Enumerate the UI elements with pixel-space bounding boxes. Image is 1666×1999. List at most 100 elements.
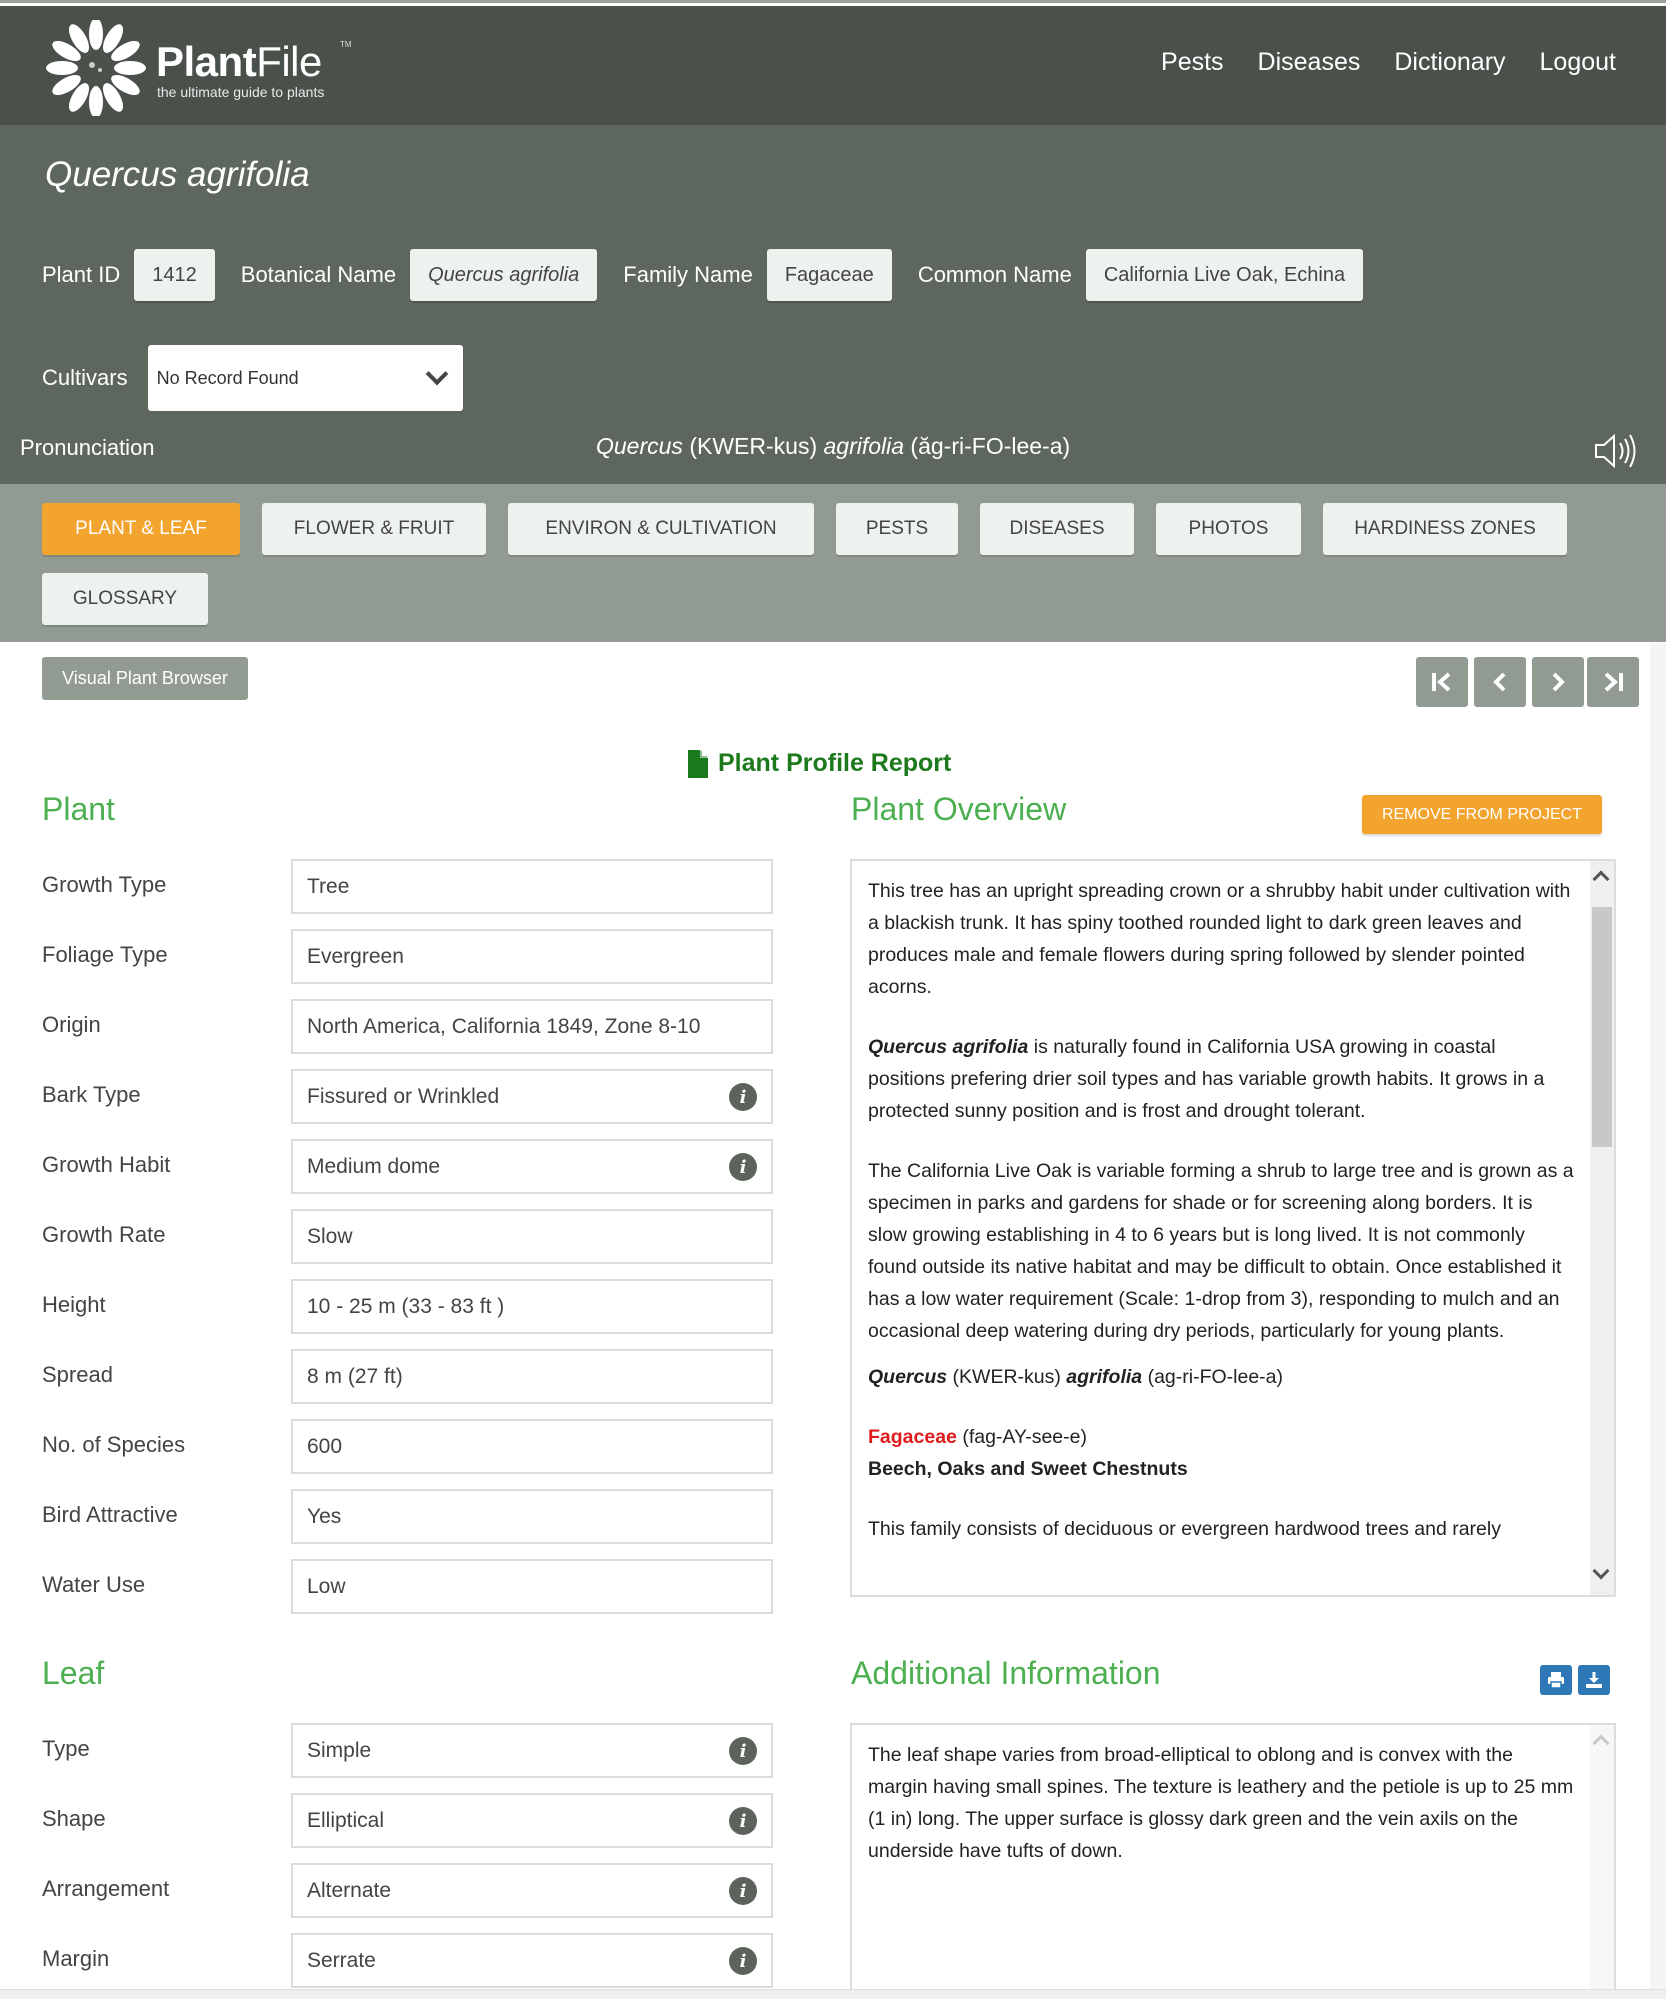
overview-paragraph: Quercus agrifolia is naturally found in … <box>868 1036 1545 1122</box>
additional-paragraph: The leaf shape varies from broad-ellipti… <box>868 1744 1574 1862</box>
attribute-label: Growth Type <box>42 872 167 897</box>
attribute-value: 8 m (27 ft) <box>307 1364 403 1388</box>
tab-diseases[interactable]: DISEASES <box>980 503 1134 555</box>
attribute-value: Alternate <box>307 1878 392 1902</box>
tab-hardiness-zones[interactable]: HARDINESS ZONES <box>1323 503 1567 555</box>
attribute-label: Growth Rate <box>42 1222 166 1247</box>
pronunciation-label: Pronunciation <box>20 435 155 460</box>
cultivars-label: Cultivars <box>42 365 128 390</box>
family-name-field: Fagaceae <box>766 249 892 301</box>
scroll-up-icon[interactable] <box>1592 870 1610 888</box>
pronunciation-row: Pronunciation Quercus (KWER-kus) agrifol… <box>0 425 1666 485</box>
tab-plant-leaf[interactable]: PLANT & LEAF <box>42 503 240 555</box>
previous-record-button[interactable] <box>1474 657 1526 707</box>
nav-diseases[interactable]: Diseases <box>1258 48 1361 77</box>
attribute-row: Foliage Type Evergreen <box>42 929 773 984</box>
first-record-button[interactable] <box>1416 657 1468 707</box>
attribute-label: Shape <box>42 1806 106 1831</box>
info-icon[interactable]: i <box>729 1153 757 1181</box>
brand-tagline: the ultimate guide to plants <box>157 84 325 100</box>
scroll-down-icon[interactable] <box>1592 1562 1610 1580</box>
tab-environ-cultivation[interactable]: ENVIRON & CULTIVATION <box>508 503 814 555</box>
attribute-label: Height <box>42 1292 106 1317</box>
tab-glossary[interactable]: GLOSSARY <box>42 573 208 625</box>
attribute-value-field: Slow <box>291 1209 773 1264</box>
info-icon[interactable]: i <box>729 1083 757 1111</box>
speaker-icon[interactable] <box>1592 431 1640 471</box>
attribute-value-field: Elliptical i <box>291 1793 773 1848</box>
nav-dictionary[interactable]: Dictionary <box>1394 48 1505 77</box>
attribute-value: Low <box>307 1574 346 1598</box>
attribute-value-field: Simple i <box>291 1723 773 1778</box>
scrollbar-thumb[interactable] <box>1592 907 1612 1147</box>
chevron-right-icon <box>1552 672 1565 692</box>
plant-overview-text[interactable]: This tree has an upright spreading crown… <box>850 859 1616 1597</box>
print-button[interactable] <box>1540 1665 1572 1695</box>
attribute-value: Elliptical <box>307 1808 385 1832</box>
plant-header: Quercus agrifolia Plant ID 1412 Botanica… <box>0 125 1666 484</box>
overview-scrollbar[interactable] <box>1590 861 1614 1595</box>
scroll-up-icon[interactable] <box>1592 1734 1610 1752</box>
info-icon[interactable]: i <box>729 1737 757 1765</box>
info-icon[interactable]: i <box>729 1807 757 1835</box>
info-icon[interactable]: i <box>729 1947 757 1975</box>
attribute-value: Simple <box>307 1738 372 1762</box>
attribute-label: Origin <box>42 1012 101 1037</box>
overview-paragraph: The California Live Oak is variable form… <box>868 1160 1574 1342</box>
print-icon <box>1548 1672 1564 1689</box>
cultivars-select[interactable]: No Record Found <box>147 345 463 411</box>
plant-profile-page: PlantFile TM the ultimate guide to plant… <box>0 0 1666 1999</box>
plantfile-logo[interactable]: PlantFile TM the ultimate guide to plant… <box>42 16 362 116</box>
additional-info-text[interactable]: The leaf shape varies from broad-ellipti… <box>850 1723 1616 1993</box>
botanical-name-field: Quercus agrifolia <box>410 249 598 301</box>
attribute-value-field: Evergreen <box>291 929 773 984</box>
plant-profile-report-link[interactable]: Plant Profile Report <box>688 749 951 778</box>
attribute-label: Spread <box>42 1362 113 1387</box>
visual-plant-browser-button[interactable]: Visual Plant Browser <box>42 657 248 700</box>
tab-photos[interactable]: PHOTOS <box>1156 503 1301 555</box>
info-icon[interactable]: i <box>729 1877 757 1905</box>
tab-pests[interactable]: PESTS <box>836 503 958 555</box>
overview-pronunciation: Quercus (KWER-kus) agrifolia (ag-ri-FO-l… <box>868 1366 1283 1388</box>
attribute-value: Serrate <box>307 1948 376 1972</box>
attribute-value-field: Fissured or Wrinkled i <box>291 1069 773 1124</box>
download-button[interactable] <box>1578 1665 1610 1695</box>
attribute-row: Water Use Low <box>42 1559 773 1614</box>
nav-logout[interactable]: Logout <box>1540 48 1616 77</box>
common-name-field: California Live Oak, Echina <box>1085 249 1364 301</box>
attribute-value: 600 <box>307 1434 343 1458</box>
nav-pests[interactable]: Pests <box>1161 48 1224 77</box>
next-record-button[interactable] <box>1532 657 1584 707</box>
attribute-label: Arrangement <box>42 1876 170 1901</box>
skip-to-first-icon <box>1432 672 1451 692</box>
attribute-row: Shape Elliptical i <box>42 1793 773 1848</box>
family-pronunciation: Fagaceae (fag-AY-see-e) <box>868 1426 1087 1448</box>
attribute-label: Water Use <box>42 1572 146 1597</box>
attribute-row: Origin North America, California 1849, Zo… <box>42 999 773 1054</box>
plant-id-label: Plant ID <box>42 262 121 287</box>
skip-to-last-icon <box>1604 672 1623 692</box>
attribute-value-field: 600 <box>291 1419 773 1474</box>
attribute-row: Growth Habit Medium dome i <box>42 1139 773 1194</box>
attribute-label: Margin <box>42 1946 110 1971</box>
attribute-value-field: Low <box>291 1559 773 1614</box>
attribute-label: Bark Type <box>42 1082 141 1107</box>
attribute-label: Foliage Type <box>42 942 168 967</box>
attribute-row: Growth Type Tree <box>42 859 773 914</box>
attribute-value: Tree <box>307 874 350 898</box>
last-record-button[interactable] <box>1587 657 1639 707</box>
plant-overview-title: Plant Overview <box>851 791 1067 827</box>
attribute-value: Yes <box>307 1504 342 1528</box>
plant-title: Quercus agrifolia <box>45 155 310 194</box>
attribute-value-field: North America, California 1849, Zone 8-1… <box>291 999 773 1054</box>
remove-from-project-button[interactable]: REMOVE FROM PROJECT <box>1362 795 1602 834</box>
tab-flower-fruit[interactable]: FLOWER & FRUIT <box>262 503 486 555</box>
attribute-label: Bird Attractive <box>42 1502 178 1527</box>
attribute-value-field: Serrate i <box>291 1933 773 1988</box>
family-link[interactable]: Fagaceae <box>868 1426 957 1448</box>
additional-scrollbar[interactable] <box>1590 1725 1614 1993</box>
attribute-row: Spread 8 m (27 ft) <box>42 1349 773 1404</box>
attribute-row: Bark Type Fissured or Wrinkled i <box>42 1069 773 1124</box>
page-scrollbar-track[interactable] <box>1650 643 1666 1999</box>
additional-content: The leaf shape varies from broad-ellipti… <box>868 1739 1574 1895</box>
